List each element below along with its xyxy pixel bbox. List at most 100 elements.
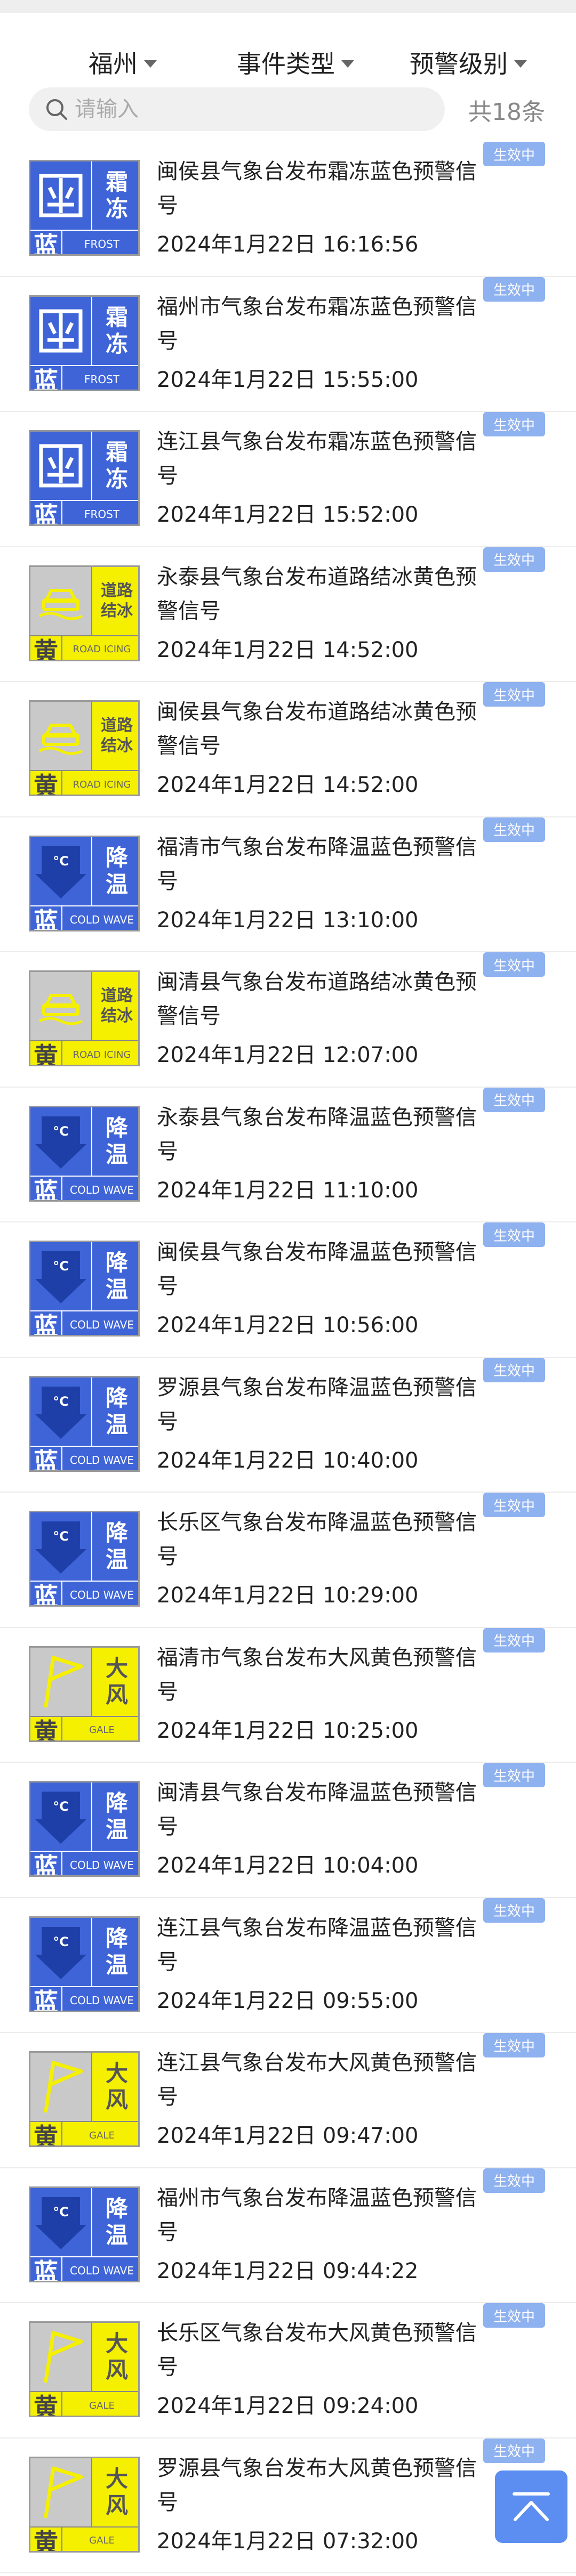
alert-title: 永泰县气象台发布降温蓝色预警信号 <box>157 1105 477 1164</box>
alert-time: 2024年1月22日 11:10:00 <box>157 1178 419 1203</box>
status-badge: 生效中 <box>483 142 545 166</box>
status-badge: 生效中 <box>483 1898 545 1923</box>
alert-title: 福清市气象台发布大风黄色预警信号 <box>157 1645 477 1704</box>
gale-pictogram-icon <box>30 2458 92 2526</box>
svg-text:°C: °C <box>53 1529 69 1544</box>
signal-type-label: 降温 <box>105 1520 128 1573</box>
search-row: 共18条 <box>0 87 576 132</box>
signal-level-label: 黄 <box>30 2121 62 2145</box>
status-badge: 生效中 <box>483 1222 545 1247</box>
level-filter[interactable]: 预警级别 <box>410 44 527 81</box>
signal-level-label: 黄 <box>30 635 62 660</box>
signal-type-label: 降温 <box>105 1114 128 1168</box>
search-box[interactable] <box>29 87 445 131</box>
alert-title: 闽清县气象台发布降温蓝色预警信号 <box>157 1780 477 1839</box>
alert-title: 闽侯县气象台发布降温蓝色预警信号 <box>157 1240 477 1299</box>
alert-list-item[interactable]: °C 降温蓝 COLD WAVE 福清市气象台发布降温蓝色预警信号 2024年1月22日… <box>0 817 576 952</box>
alert-time: 2024年1月22日 13:10:00 <box>157 908 419 933</box>
alert-time: 2024年1月22日 09:47:00 <box>157 2124 419 2148</box>
status-badge: 生效中 <box>483 547 545 572</box>
alert-list-item[interactable]: 大风黄 GALE 福清市气象台发布大风黄色预警信号 2024年1月22日 10:25:… <box>0 1627 576 1763</box>
signal-type-label: 降温 <box>105 1250 128 1302</box>
alert-list-item[interactable]: °C 降温蓝 COLD WAVE 连江县气象台发布降温蓝色预警信号 2024年1月22日… <box>0 1898 576 2033</box>
alert-title: 连江县气象台发布降温蓝色预警信号 <box>157 1915 477 1974</box>
cold-wave-pictogram-icon: °C <box>30 1107 92 1176</box>
alert-list-item[interactable]: 霜冻蓝 FROST 福州市气象台发布霜冻蓝色预警信号 2024年1月22日 15:55… <box>0 277 576 412</box>
status-badge: 生效中 <box>483 2168 545 2193</box>
event-type-filter[interactable]: 事件类型 <box>237 44 354 81</box>
alert-list-item[interactable]: °C 降温蓝 COLD WAVE 福州市气象台发布降温蓝色预警信号 2024年1月22日… <box>0 2168 576 2303</box>
signal-type-label: 大风 <box>105 2060 128 2113</box>
cold-wave-pictogram-icon: °C <box>30 1512 92 1581</box>
svg-text:°C: °C <box>53 1259 69 1274</box>
signal-english-label: ROAD ICING <box>62 770 138 795</box>
status-badge: 生效中 <box>483 277 545 302</box>
gale-pictogram-icon <box>30 2053 92 2121</box>
signal-english-label: GALE <box>62 2526 138 2551</box>
cold-wave-signal-icon: °C 降温蓝 COLD WAVE <box>29 1511 140 1607</box>
alert-list-item[interactable]: 霜冻蓝 FROST 闽侯县气象台发布霜冻蓝色预警信号 2024年1月22日 16:16… <box>0 142 576 277</box>
gale-pictogram-icon <box>30 1647 92 1716</box>
signal-level-label: 蓝 <box>30 1851 62 1875</box>
cold-wave-signal-icon: °C 降温蓝 COLD WAVE <box>29 2186 140 2282</box>
alert-time: 2024年1月22日 09:24:00 <box>157 2394 419 2418</box>
frost-pictogram-icon <box>30 296 92 365</box>
signal-level-label: 蓝 <box>30 1986 62 2011</box>
alert-list-item[interactable]: °C 降温蓝 COLD WAVE 长乐区气象台发布降温蓝色预警信号 2024年1月22日… <box>0 1493 576 1628</box>
status-badge: 生效中 <box>483 952 545 977</box>
gale-signal-icon: 大风黄 GALE <box>29 2321 140 2417</box>
alert-list-item[interactable]: 大风黄 GALE 罗源县气象台发布大风黄色预警信号 2024年1月22日 07:32:… <box>0 2438 576 2573</box>
alert-list-item[interactable]: 大风黄 GALE 连江县气象台发布大风黄色预警信号 2024年1月22日 09:47:… <box>0 2033 576 2168</box>
alert-time: 2024年1月22日 10:29:00 <box>157 1583 419 1608</box>
status-badge: 生效中 <box>483 1763 545 1787</box>
alert-title: 罗源县气象台发布降温蓝色预警信号 <box>157 1375 477 1434</box>
alert-list-item[interactable]: °C 降温蓝 COLD WAVE 罗源县气象台发布降温蓝色预警信号 2024年1月22日… <box>0 1357 576 1493</box>
search-input[interactable] <box>75 94 427 125</box>
cold-wave-signal-icon: °C 降温蓝 COLD WAVE <box>29 1105 140 1202</box>
signal-level-label: 黄 <box>30 2391 62 2416</box>
alert-list-item[interactable]: °C 降温蓝 COLD WAVE 闽清县气象台发布降温蓝色预警信号 2024年1月22日… <box>0 1763 576 1898</box>
signal-type-label: 道路 结冰 <box>101 716 133 755</box>
signal-english-label: COLD WAVE <box>62 1445 138 1470</box>
status-badge: 生效中 <box>483 1493 545 1517</box>
signal-level-label: 蓝 <box>30 1445 62 1470</box>
cold-wave-signal-icon: °C 降温蓝 COLD WAVE <box>29 1916 140 2012</box>
cold-wave-signal-icon: °C 降温蓝 COLD WAVE <box>29 1781 140 1877</box>
signal-type-label: 降温 <box>105 844 128 897</box>
status-badge: 生效中 <box>483 2033 545 2057</box>
gale-signal-icon: 大风黄 GALE <box>29 2051 140 2147</box>
alert-time: 2024年1月22日 10:25:00 <box>157 1718 419 1743</box>
signal-type-label: 降温 <box>105 1925 128 1978</box>
alert-title: 永泰县气象台发布道路结冰黄色预警信号 <box>157 564 477 623</box>
chevron-down-icon <box>144 60 157 68</box>
region-filter[interactable]: 福州 <box>89 44 157 81</box>
gale-pictogram-icon <box>30 2323 92 2391</box>
signal-level-label: 蓝 <box>30 905 62 930</box>
alert-time: 2024年1月22日 16:16:56 <box>157 232 419 257</box>
alert-title: 连江县气象台发布大风黄色预警信号 <box>157 2051 477 2109</box>
alert-list-item[interactable]: °C 降温蓝 COLD WAVE 闽侯县气象台发布降温蓝色预警信号 2024年1月22日… <box>0 1222 576 1358</box>
alert-list-item[interactable]: 霜冻蓝 FROST 连江县气象台发布霜冻蓝色预警信号 2024年1月22日 15:52… <box>0 412 576 547</box>
alert-list-item[interactable]: 大风黄 GALE 长乐区气象台发布大风黄色预警信号 2024年1月22日 09:24:… <box>0 2303 576 2439</box>
top-strip <box>0 0 576 13</box>
alert-list-item[interactable]: °C 降温蓝 COLD WAVE 永泰县气象台发布降温蓝色预警信号 2024年1月22日… <box>0 1087 576 1222</box>
alert-list-item[interactable]: 道路 结冰黄 ROAD ICING 闽侯县气象台发布道路结冰黄色预警信号 2024年1月… <box>0 682 576 817</box>
level-filter-label: 预警级别 <box>410 50 508 78</box>
signal-type-label: 降温 <box>105 2195 128 2248</box>
alert-list-item[interactable]: 道路 结冰黄 ROAD ICING 永泰县气象台发布道路结冰黄色预警信号 2024年1月… <box>0 547 576 682</box>
status-badge: 生效中 <box>483 1357 545 1382</box>
signal-type-label: 大风 <box>105 2465 128 2518</box>
alert-time: 2024年1月22日 15:55:00 <box>157 367 419 392</box>
alert-time: 2024年1月22日 14:52:00 <box>157 637 419 662</box>
status-badge: 生效中 <box>483 412 545 436</box>
signal-english-label: COLD WAVE <box>62 1851 138 1875</box>
alert-list-item[interactable]: 道路 结冰黄 ROAD ICING 闽清县气象台发布道路结冰黄色预警信号 2024年1月… <box>0 952 576 1088</box>
alert-list: 霜冻蓝 FROST 闽侯县气象台发布霜冻蓝色预警信号 2024年1月22日 16:16… <box>0 142 576 2573</box>
arrow-up-icon <box>513 2492 550 2521</box>
signal-english-label: GALE <box>62 1715 138 1740</box>
status-badge: 生效中 <box>483 682 545 707</box>
signal-level-label: 黄 <box>30 2526 62 2551</box>
back-to-top-button[interactable] <box>495 2470 567 2543</box>
road-icing-signal-icon: 道路 结冰黄 ROAD ICING <box>29 700 140 796</box>
signal-level-label: 蓝 <box>30 364 62 390</box>
